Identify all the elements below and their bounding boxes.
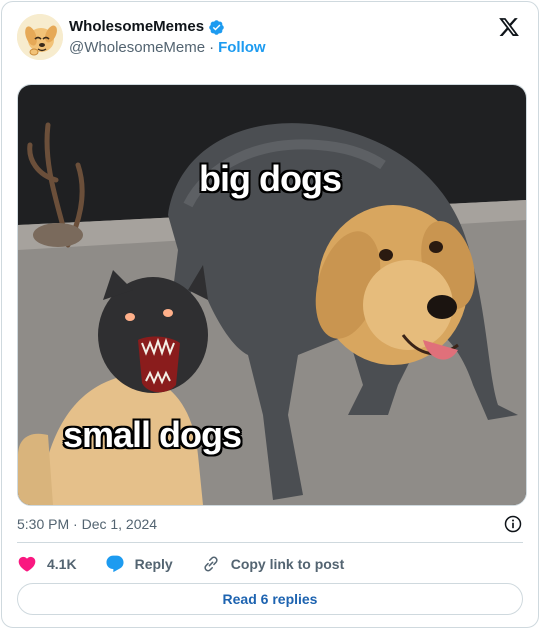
- caption-bottom: small dogs: [63, 414, 242, 455]
- handle-separator: ·: [209, 39, 215, 56]
- divider: [17, 542, 523, 543]
- info-icon[interactable]: [503, 514, 523, 534]
- link-icon: [204, 556, 218, 572]
- follow-button[interactable]: Follow: [218, 38, 266, 58]
- timestamp-row: 5:30 PM · Dec 1, 2024: [17, 513, 523, 535]
- reply-bubble-icon: [106, 555, 124, 573]
- reply-button[interactable]: Reply: [105, 554, 173, 574]
- verified-badge-icon: [209, 19, 224, 35]
- like-count: 4.1K: [47, 556, 77, 572]
- x-logo-icon[interactable]: [498, 16, 520, 38]
- heart-icon: [18, 556, 36, 572]
- reply-label: Reply: [134, 556, 173, 572]
- author-display-name[interactable]: WholesomeMemes: [69, 17, 204, 37]
- cartoon-dog-avatar-icon: [17, 14, 63, 60]
- author-names: WholesomeMemes @WholesomeMeme · Follow: [69, 17, 266, 58]
- read-replies-button[interactable]: Read 6 replies: [17, 583, 523, 615]
- tweet-timestamp[interactable]: 5:30 PM · Dec 1, 2024: [17, 516, 157, 532]
- copy-link-button[interactable]: Copy link to post: [201, 554, 345, 574]
- copy-link-label: Copy link to post: [230, 556, 345, 572]
- author-handle[interactable]: @WholesomeMeme: [69, 38, 205, 58]
- author-avatar[interactable]: [17, 14, 63, 60]
- tweet-card: WholesomeMemes @WholesomeMeme · Follow b…: [1, 1, 539, 628]
- caption-top: big dogs: [199, 158, 342, 199]
- tweet-header: WholesomeMemes @WholesomeMeme · Follow: [17, 13, 523, 63]
- tweet-media-image[interactable]: big dogs small dogs: [17, 84, 527, 506]
- like-button[interactable]: 4.1K: [17, 554, 77, 574]
- action-bar: 4.1K Reply Copy link to post: [17, 552, 344, 576]
